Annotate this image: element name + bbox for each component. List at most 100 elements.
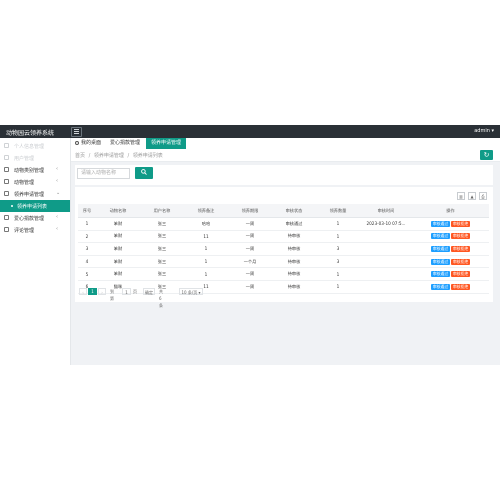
goto-label: 到第 <box>110 289 114 301</box>
cell-review-time: 2023-03-10 07:5... <box>360 217 412 231</box>
app-title: 动物园云领养系统 <box>6 130 55 137</box>
breadcrumb-bar: 首页 / 领养申请管理 / 领养申请列表 ↻ <box>71 149 500 162</box>
next-page-button[interactable]: › <box>98 288 106 295</box>
approve-button[interactable]: 审核通过 <box>430 258 450 265</box>
approve-button[interactable]: 审核通过 <box>430 233 450 240</box>
cell-index: 1 <box>78 217 96 231</box>
sidebar-item-animal-category[interactable]: 动物类别管理 ‹ <box>0 164 70 176</box>
sidebar-item-label: 领养申请管理 <box>14 192 45 198</box>
sidebar-item-adoption-list[interactable]: 领养申请列表 <box>0 200 70 212</box>
approve-button[interactable]: 审核通过 <box>430 245 450 252</box>
table-row: 3 笨财 张三 1 一周 待审核 3 审核通过 审核拒绝 <box>78 242 489 256</box>
cell-review-time <box>360 242 412 256</box>
column-header: 动物名称 <box>96 204 140 218</box>
cell-actions: 审核通过 审核拒绝 <box>412 280 489 294</box>
cell-review-time <box>360 267 412 281</box>
sidebar-item-label: 个人信息管理 <box>14 144 45 150</box>
approve-button[interactable]: 审核通过 <box>430 271 450 278</box>
sidebar: 个人信息管理 用户管理 动物类别管理 ‹ 动物管理 ‹ 领养申请管理 ⌄ 领养申… <box>0 138 71 365</box>
refresh-icon: ↻ <box>483 151 490 159</box>
column-header: 用户名称 <box>140 204 184 218</box>
search-input[interactable]: 请输入动物名称 <box>77 168 130 179</box>
sidebar-item-label: 动物管理 <box>14 180 35 186</box>
page-size-select[interactable]: 10 条/页 ▾ <box>179 288 203 295</box>
cell-quantity: 3 <box>316 255 360 269</box>
tab-adoption[interactable]: 领养申请管理 <box>146 138 186 149</box>
column-header: 审核时间 <box>360 204 412 218</box>
reject-button[interactable]: 审核拒绝 <box>451 220 471 227</box>
cell-term: 一周 <box>228 267 272 281</box>
reject-button[interactable]: 审核拒绝 <box>451 258 471 265</box>
cell-index: 3 <box>78 242 96 256</box>
adoption-icon <box>4 191 9 196</box>
cell-note: 1 <box>184 242 228 256</box>
tab-donation[interactable]: 爱心捐款管理 <box>105 138 145 149</box>
column-header: 序号 <box>78 204 96 218</box>
cell-note: 1 <box>184 267 228 281</box>
breadcrumb-separator: / <box>88 153 91 159</box>
tab-desktop[interactable]: 我的桌面 <box>72 138 104 149</box>
sidebar-item-donation[interactable]: 爱心捐款管理 ‹ <box>0 212 70 224</box>
table-panel: ▥ ▲ ⎙ 序号 动物名称 用户名称 领养备注 领养期限 审核状态 领养数量 审… <box>75 187 493 308</box>
goto-confirm-button[interactable]: 确定 <box>143 288 155 295</box>
adoption-table: 序号 动物名称 用户名称 领养备注 领养期限 审核状态 领养数量 审核时间 操作… <box>78 204 489 294</box>
cell-term: 一周 <box>228 242 272 256</box>
reject-button[interactable]: 审核拒绝 <box>451 245 471 252</box>
table-row: 5 笨财 张三 1 一周 待审核 1 审核通过 审核拒绝 <box>78 267 489 281</box>
comment-icon <box>4 227 9 232</box>
print-icon: ⎙ <box>481 194 485 199</box>
sidebar-item-comments[interactable]: 评论管理 ‹ <box>0 224 70 236</box>
print-button[interactable]: ⎙ <box>479 192 487 200</box>
cell-status: 待审核 <box>272 267 316 281</box>
sidebar-item-profile[interactable]: 个人信息管理 <box>0 140 70 152</box>
chevron-down-icon: ⌄ <box>56 190 61 196</box>
app-window: 动物园云领养系统 admin ▾ 个人信息管理 用户管理 动物类别管理 ‹ 动物… <box>0 125 500 365</box>
sidebar-item-animals[interactable]: 动物管理 ‹ <box>0 176 70 188</box>
cell-actions: 审核通过 审核拒绝 <box>412 267 489 281</box>
cell-animal: 笨财 <box>96 255 140 269</box>
home-icon <box>74 141 79 145</box>
cell-term: 一周 <box>228 230 272 244</box>
column-filter-button[interactable]: ▥ <box>457 192 465 200</box>
animal-icon <box>4 179 9 184</box>
cell-actions: 审核通过 审核拒绝 <box>412 255 489 269</box>
cell-animal: 笨财 <box>96 217 140 231</box>
approve-button[interactable]: 审核通过 <box>430 220 450 227</box>
reject-button[interactable]: 审核拒绝 <box>451 283 471 290</box>
sidebar-item-users[interactable]: 用户管理 <box>0 152 70 164</box>
reject-button[interactable]: 审核拒绝 <box>451 233 471 240</box>
tab-label: 爱心捐款管理 <box>109 140 140 146</box>
cell-user: 张三 <box>140 230 184 244</box>
breadcrumb-home[interactable]: 首页 <box>75 153 85 159</box>
bullet-icon <box>11 205 13 207</box>
export-button[interactable]: ▲ <box>468 192 476 200</box>
export-icon: ▲ <box>470 194 474 199</box>
cell-animal: 笨财 <box>96 242 140 256</box>
cell-note: 哈哈 <box>184 217 228 231</box>
cell-index: 2 <box>78 230 96 244</box>
user-menu[interactable]: admin ▾ <box>474 128 494 134</box>
cell-review-time <box>360 255 412 269</box>
refresh-button[interactable]: ↻ <box>480 150 493 160</box>
cell-index: 4 <box>78 255 96 269</box>
search-button[interactable] <box>135 167 153 179</box>
page-number-input[interactable]: 1 <box>122 288 131 295</box>
breadcrumb-section[interactable]: 领养申请管理 <box>94 153 124 159</box>
prev-page-button[interactable]: ‹ <box>79 288 87 295</box>
cell-user: 张三 <box>140 217 184 231</box>
cell-term: 一周 <box>228 217 272 231</box>
page-button-current[interactable]: 1 <box>88 288 97 295</box>
page-unit-label: 页 <box>133 289 137 294</box>
column-header: 领养数量 <box>316 204 360 218</box>
cell-actions: 审核通过 审核拒绝 <box>412 230 489 244</box>
approve-button[interactable]: 审核通过 <box>430 283 450 290</box>
sidebar-item-adoption[interactable]: 领养申请管理 ⌄ <box>0 188 70 200</box>
columns-icon: ▥ <box>459 194 463 199</box>
cell-quantity: 3 <box>316 242 360 256</box>
menu-toggle-icon[interactable] <box>71 127 82 137</box>
cell-actions: 审核通过 审核拒绝 <box>412 242 489 256</box>
cell-actions: 审核通过 审核拒绝 <box>412 217 489 231</box>
chevron-left-icon: ‹ <box>56 166 58 172</box>
reject-button[interactable]: 审核拒绝 <box>451 271 471 278</box>
sidebar-item-label: 领养申请列表 <box>17 204 48 210</box>
